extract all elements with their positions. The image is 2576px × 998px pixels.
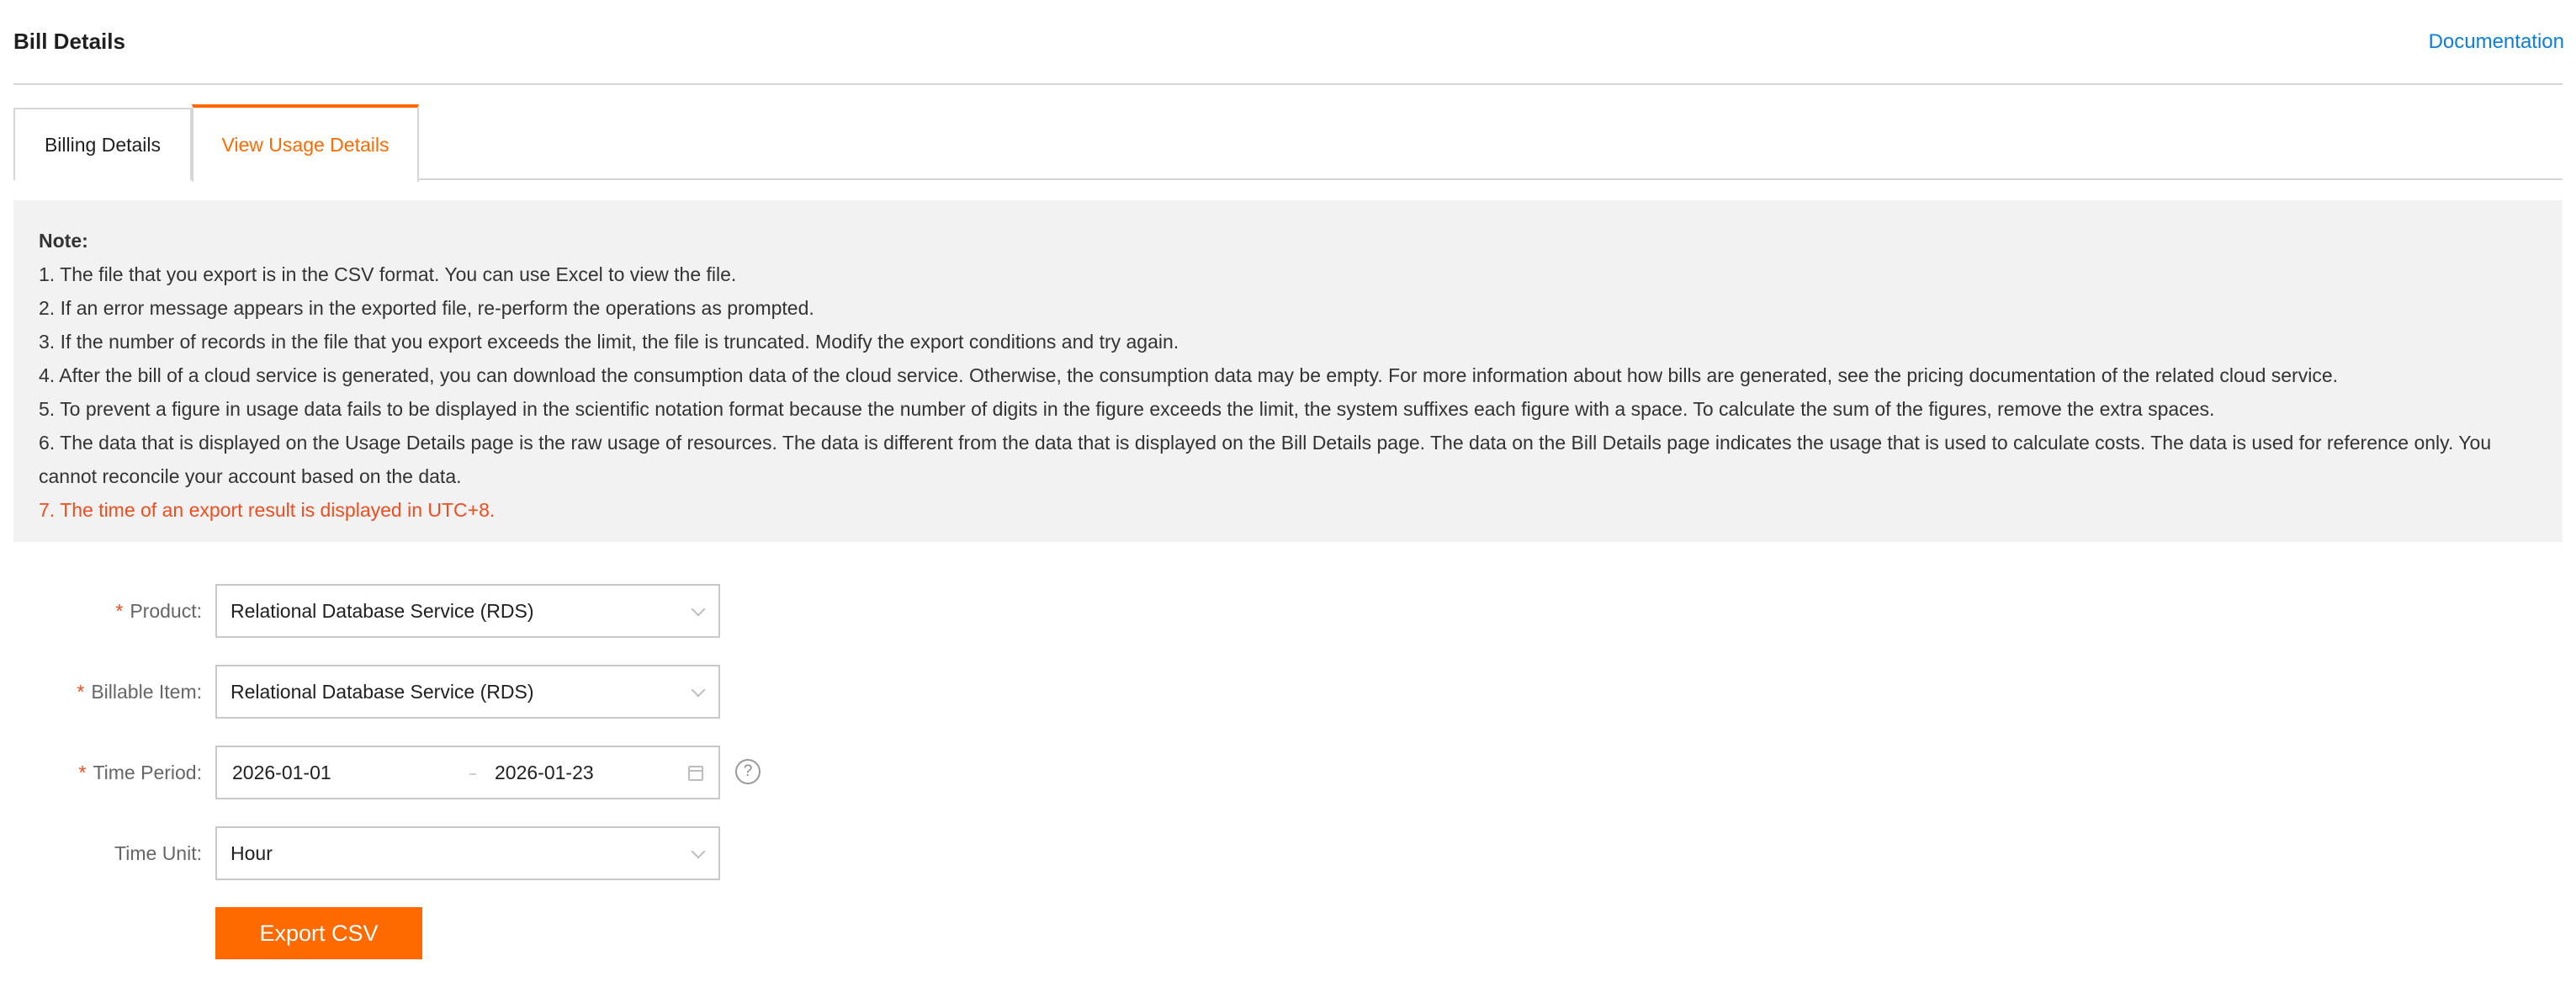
date-range-separator — [469, 773, 476, 775]
time-unit-label-text: Time Unit: — [114, 841, 202, 864]
header-divider — [13, 83, 2563, 85]
product-select[interactable]: Relational Database Service (RDS) — [215, 584, 720, 638]
help-icon[interactable]: ? — [735, 759, 761, 784]
billable-item-row: * Billable Item: Relational Database Ser… — [0, 665, 841, 719]
time-unit-select-value: Hour — [231, 841, 273, 864]
export-csv-button[interactable]: Export CSV — [215, 907, 422, 959]
billable-item-select[interactable]: Relational Database Service (RDS) — [215, 665, 720, 719]
page-title: Bill Details — [13, 29, 125, 54]
time-period-label-text: Time Period: — [93, 761, 202, 783]
end-date-input[interactable]: 2026-01-23 — [495, 762, 594, 784]
time-unit-row: Time Unit: Hour — [0, 826, 841, 880]
note-item-3: 3. If the number of records in the file … — [39, 331, 1179, 353]
billable-item-select-value: Relational Database Service (RDS) — [231, 680, 534, 703]
product-label-text: Product: — [130, 599, 202, 622]
product-select-value: Relational Database Service (RDS) — [231, 599, 534, 622]
billable-item-label: * Billable Item: — [77, 665, 202, 719]
note-item-5: 5. To prevent a figure in usage data fai… — [39, 398, 2215, 420]
tab-bar: Billing Details View Usage Details — [13, 104, 2563, 182]
note-item-1: 1. The file that you export is in the CS… — [39, 263, 737, 285]
note-item-2: 2. If an error message appears in the ex… — [39, 297, 814, 319]
chevron-down-icon — [691, 602, 706, 617]
bill-details-page: Bill Details Documentation Billing Detai… — [0, 0, 2576, 998]
date-range-picker[interactable]: 2026-01-01 2026-01-23 — [215, 746, 720, 799]
tab-billing-details[interactable]: Billing Details — [13, 108, 192, 180]
time-period-row: * Time Period: 2026-01-01 2026-01-23 ? — [0, 746, 841, 799]
billable-item-label-text: Billable Item: — [91, 680, 202, 703]
time-period-label: * Time Period: — [79, 746, 202, 799]
note-panel: Note: 1. The file that you export is in … — [13, 200, 2563, 542]
product-row: * Product: Relational Database Service (… — [0, 584, 841, 638]
note-item-6: 6. The data that is displayed on the Usa… — [39, 432, 2492, 487]
tab-view-usage-details[interactable]: View Usage Details — [192, 104, 419, 182]
note-item-4: 4. After the bill of a cloud service is … — [39, 364, 2339, 386]
note-title: Note: — [39, 230, 88, 252]
time-unit-select[interactable]: Hour — [215, 826, 720, 880]
product-label: * Product: — [115, 584, 202, 638]
note-warning: 7. The time of an export result is displ… — [39, 499, 496, 521]
documentation-link[interactable]: Documentation — [2429, 30, 2564, 54]
start-date-input[interactable]: 2026-01-01 — [232, 762, 331, 784]
chevron-down-icon — [691, 844, 706, 859]
chevron-down-icon — [691, 682, 706, 698]
required-mark: * — [77, 680, 85, 703]
required-mark: * — [78, 761, 87, 783]
required-mark: * — [115, 599, 124, 622]
calendar-icon[interactable] — [688, 766, 703, 781]
time-unit-label: Time Unit: — [114, 826, 202, 880]
